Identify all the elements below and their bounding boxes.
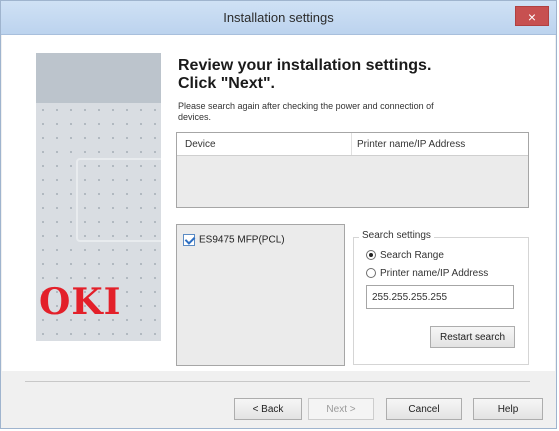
next-button[interactable]: Next > <box>308 398 374 420</box>
installer-window: Installation settings × OKI Review your … <box>0 0 557 429</box>
radio-search-range[interactable]: Search Range <box>366 250 444 261</box>
title-bar[interactable]: Installation settings × <box>1 1 556 35</box>
device-checklist[interactable]: ES9475 MFP(PCL) <box>176 224 345 366</box>
close-button[interactable]: × <box>515 6 549 26</box>
radio-printer-name-dot[interactable] <box>366 268 376 279</box>
device-label: ES9475 MFP(PCL) <box>199 234 285 246</box>
back-button[interactable]: < Back <box>234 398 302 420</box>
instruction-subtext: Please search again after checking the p… <box>178 101 434 122</box>
radio-search-range-dot[interactable] <box>366 250 376 261</box>
ip-range-input[interactable] <box>366 285 514 309</box>
restart-search-button[interactable]: Restart search <box>430 326 515 348</box>
help-button[interactable]: Help <box>473 398 543 420</box>
column-divider <box>351 133 352 155</box>
side-banner: OKI <box>36 53 161 341</box>
heading-line-1: Review your installation settings. <box>178 57 432 74</box>
heading-line-2: Click "Next". <box>178 75 275 92</box>
radio-printer-name[interactable]: Printer name/IP Address <box>366 268 488 279</box>
column-printer-name[interactable]: Printer name/IP Address <box>357 139 465 150</box>
column-device[interactable]: Device <box>185 139 216 150</box>
window-title: Installation settings <box>223 10 334 25</box>
instruction-heading: Review your installation settings. Click… <box>178 57 431 93</box>
oki-logo: OKI <box>39 281 122 323</box>
search-settings-label: Search settings <box>359 230 434 241</box>
banner-header <box>36 53 161 103</box>
cancel-button[interactable]: Cancel <box>386 398 462 420</box>
radio-search-range-label: Search Range <box>380 250 444 261</box>
device-list-item[interactable]: ES9475 MFP(PCL) <box>183 234 285 246</box>
device-table[interactable]: Device Printer name/IP Address <box>176 132 529 208</box>
device-checkbox[interactable] <box>183 234 195 246</box>
table-header: Device Printer name/IP Address <box>177 133 528 156</box>
radio-printer-name-label: Printer name/IP Address <box>380 268 489 279</box>
footer-separator <box>25 381 530 382</box>
printer-illustration <box>76 158 161 242</box>
